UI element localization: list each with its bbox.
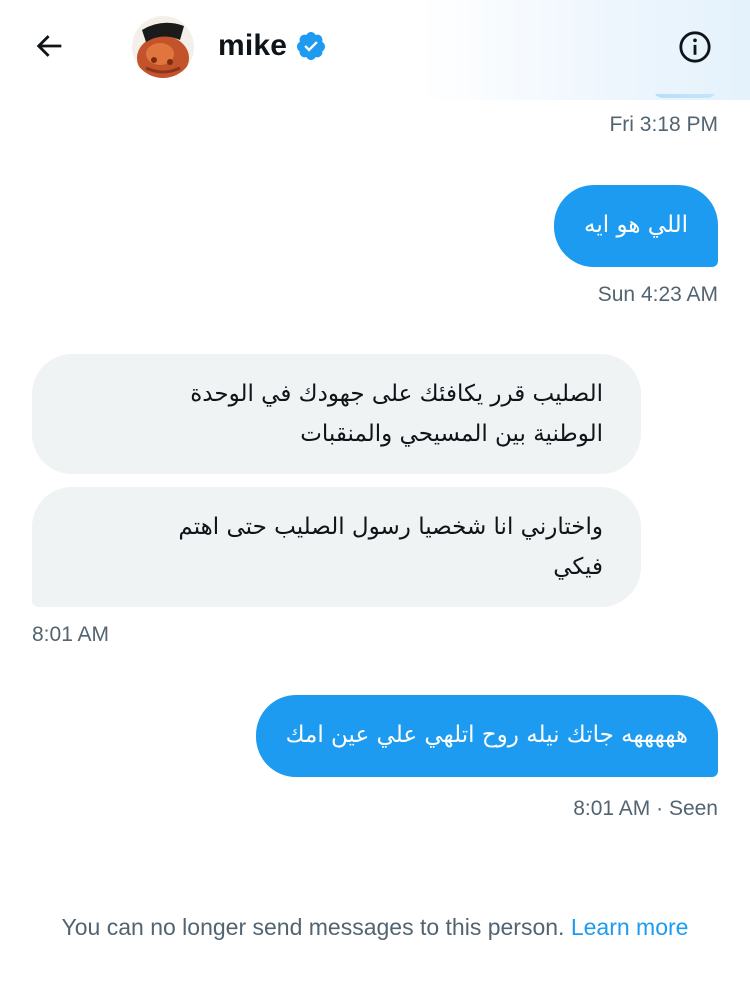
notice-text: You can no longer send messages to this …	[61, 914, 565, 940]
avatar[interactable]	[132, 16, 194, 78]
message-text: هههههه جاتك نيله روح اتلهي علي عين امك	[285, 722, 688, 748]
outgoing-message[interactable]: هههههه جاتك نيله روح اتلهي علي عين امك	[255, 695, 718, 777]
message-seen-status: 8:01 AM · Seen	[573, 797, 718, 820]
back-button[interactable]	[30, 26, 70, 66]
message-text-line: الصليب قرر يكافئك على جهودك في الوحدة	[190, 381, 603, 407]
messaging-disabled-notice: You can no longer send messages to this …	[0, 914, 750, 941]
learn-more-link[interactable]: Learn more	[571, 914, 689, 940]
message-text-line: فيكي	[553, 554, 603, 580]
contact-name: mike	[218, 29, 288, 62]
message-text-line: واختارني انا شخصيا رسول الصليب حتى اهتم	[178, 514, 603, 540]
verified-badge-icon	[295, 30, 327, 62]
incoming-message[interactable]: واختارني انا شخصيا رسول الصليب حتى اهتم …	[32, 487, 641, 607]
info-icon	[679, 31, 711, 63]
message-text-line: الوطنية بين المسيحي والمنقبات	[300, 421, 603, 447]
dm-conversation-screen: mike Fri 3:18 PM اللي هو ايه Sun 4:23 AM…	[0, 0, 750, 1006]
message-text: اللي هو ايه	[584, 212, 688, 238]
incoming-message[interactable]: الصليب قرر يكافئك على جهودك في الوحدة ال…	[32, 354, 641, 474]
message-timestamp: 8:01 AM	[32, 623, 110, 646]
arrow-left-icon	[36, 35, 62, 57]
conversation-header: mike	[0, 0, 750, 100]
message-timestamp: Fri 3:18 PM	[609, 113, 718, 136]
message-timestamp: Sun 4:23 AM	[597, 283, 718, 306]
conversation-title[interactable]: mike	[218, 28, 327, 64]
conversation-info-button[interactable]	[676, 28, 714, 66]
outgoing-message[interactable]: اللي هو ايه	[554, 185, 718, 267]
